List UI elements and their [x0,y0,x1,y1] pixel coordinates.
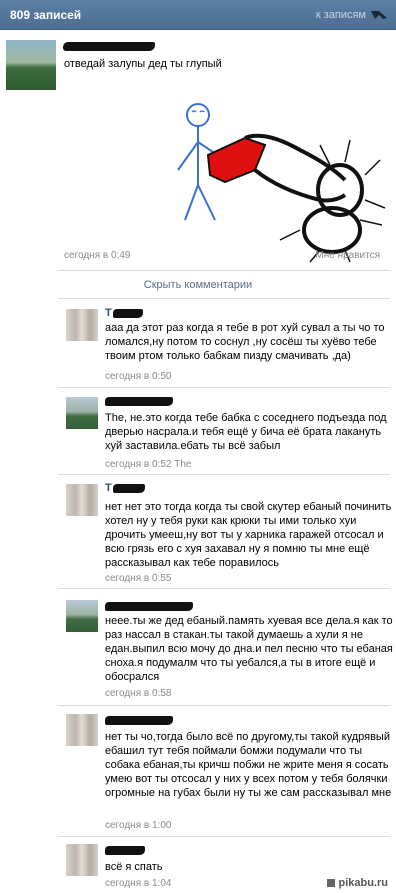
comment-text: The, не.это когда тебе бабка с соседнего… [105,412,387,452]
comment-author-avatar[interactable] [66,484,98,516]
divider [58,387,390,388]
divider [58,836,390,837]
hide-comments-link[interactable]: Скрыть комментарии [0,279,396,291]
divider [58,298,390,299]
divider [58,474,390,475]
comment-author-avatar[interactable] [66,397,98,429]
comment-date[interactable]: сегодня в 0:58 [105,688,171,699]
comment-author-name-redacted[interactable]: Т [105,482,147,494]
watermark-text: pikabu.ru [338,877,388,889]
like-button[interactable]: Мне нравится [315,250,380,261]
post-drawing-image [177,103,386,263]
back-to-records-link[interactable]: к записям [316,9,366,21]
comment-author-avatar[interactable] [66,844,98,876]
comment-author-name-redacted[interactable] [105,714,175,726]
comment-text: нет нет это тогда когда ты свой скутер е… [105,501,392,569]
comment-author-avatar[interactable] [66,600,98,632]
comment-text: неее.ты же дед ебаный.память хуевая все … [105,615,393,683]
pikabu-watermark: pikabu.ru [327,877,388,889]
comment-author-avatar[interactable] [66,714,98,746]
post-date[interactable]: сегодня в 0:49 [64,250,130,261]
comment-text: нет ты чо,тогда было всё по другому,ты т… [105,731,392,799]
records-count: 809 записей [10,8,82,22]
comment-date[interactable]: сегодня в 0:52 The [105,459,191,470]
comment-author-name-redacted[interactable] [105,844,147,856]
comment-text: всё я спать [105,861,163,873]
top-bar: 809 записей к записям [0,0,396,30]
pikabu-logo-icon [327,879,336,888]
comment-text: ааа да этот раз когда я тебе в рот хуй с… [105,322,385,362]
post-text: отведай залупы дед ты глупый [64,58,222,70]
comment-date[interactable]: сегодня в 1:00 [105,820,171,831]
divider [58,588,390,589]
comment-author-name-redacted[interactable] [105,600,195,612]
wall-post: отведай залупы дед ты глупый сегодня в 0… [0,30,396,267]
post-author-avatar[interactable] [6,40,56,90]
comment-author-avatar[interactable] [66,309,98,341]
comment-date[interactable]: сегодня в 0:50 [105,371,171,382]
comment-author-name-redacted[interactable] [105,395,175,407]
comment-author-name-redacted[interactable]: Т [105,307,145,319]
comment-date[interactable]: сегодня в 0:55 [105,573,171,584]
comment-date[interactable]: сегодня в 1:04 [105,878,171,889]
divider [58,270,390,271]
post-author-name-redacted[interactable] [63,41,163,53]
back-arrow-icon[interactable] [370,9,388,21]
divider [58,705,390,706]
